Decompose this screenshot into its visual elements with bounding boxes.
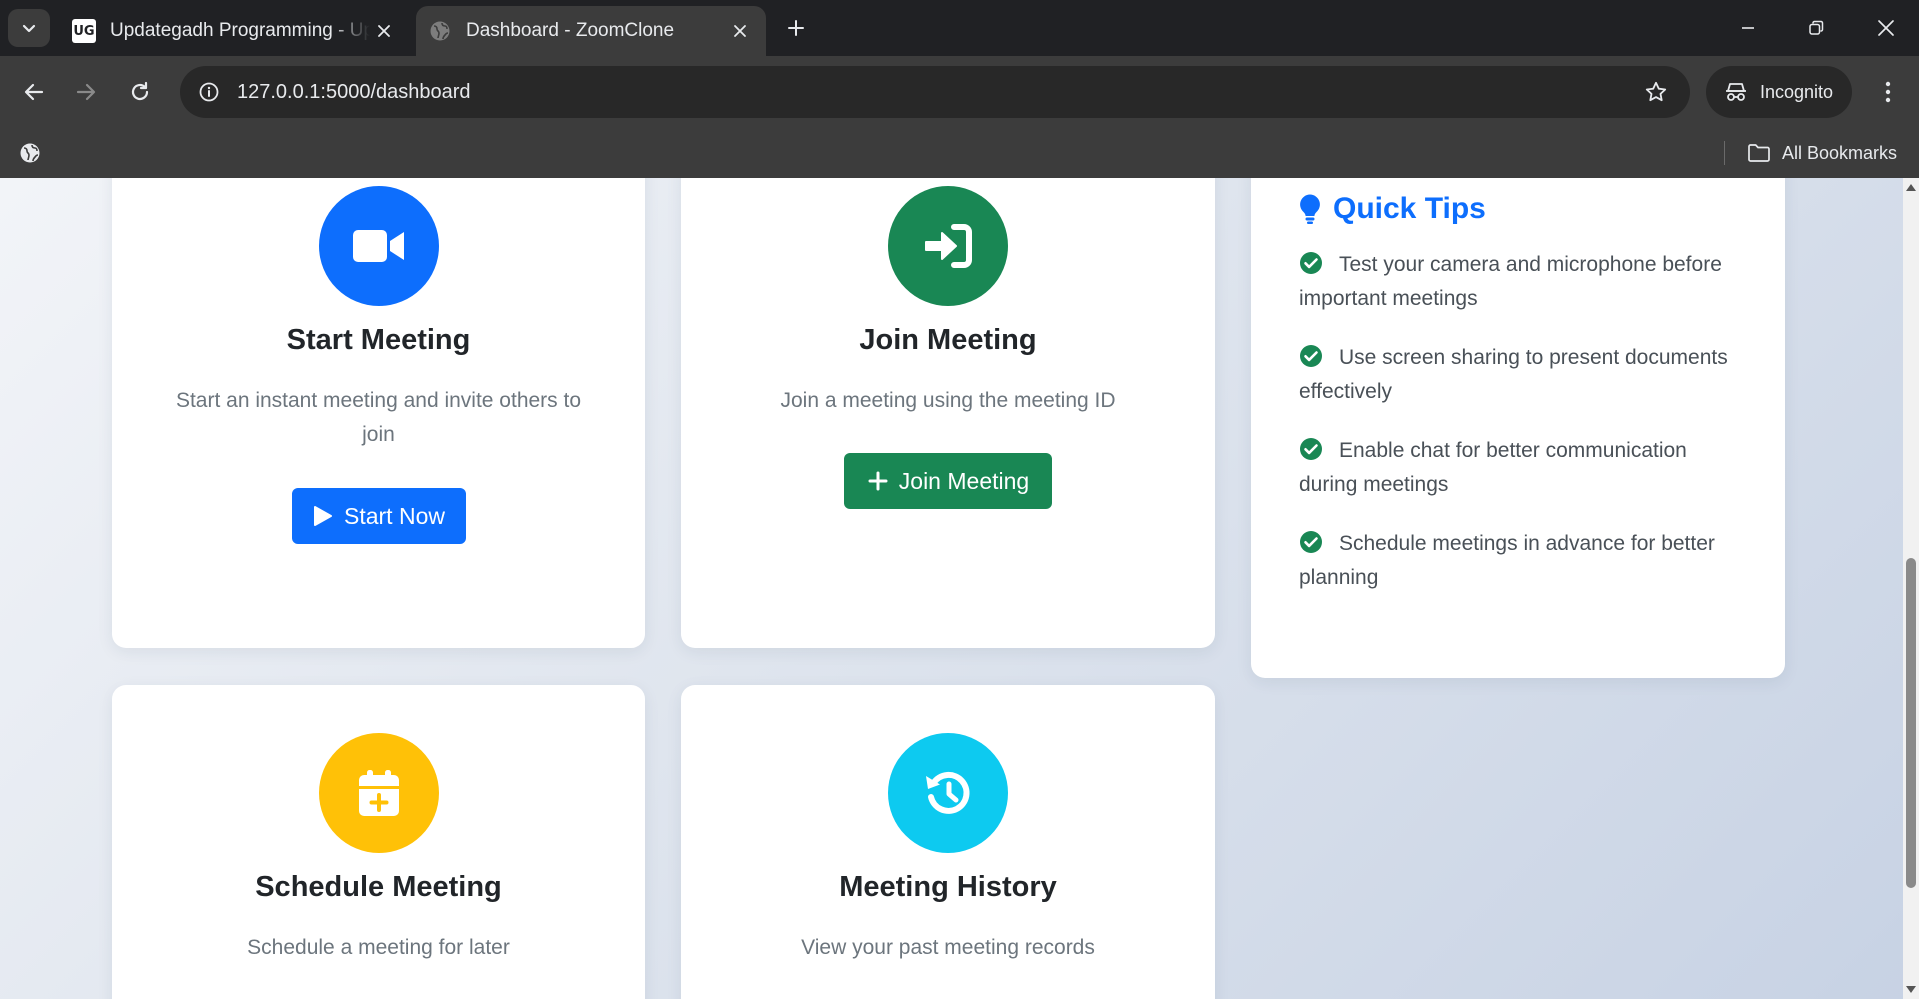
forward-button[interactable] [66,72,106,112]
folder-icon [1746,140,1772,166]
site-info-icon[interactable] [191,74,227,110]
restore-button[interactable] [1796,8,1836,48]
reload-icon [131,81,149,101]
card-title: Join Meeting [859,324,1037,356]
tab-title: Updategadh Programming - Up [110,20,370,41]
card-title: Meeting History [839,871,1057,903]
scroll-up-arrow-icon[interactable] [1906,184,1916,191]
arrow-left-icon [24,83,44,101]
incognito-label: Incognito [1760,81,1834,102]
close-icon [378,25,390,37]
card-description: Start an instant meeting and invite othe… [175,389,582,446]
quick-tips-header: Quick Tips [1297,192,1486,226]
tip-text: Enable chat for better communication dur… [1299,439,1687,496]
tip-item: Test your camera and microphone before i… [1299,248,1749,316]
plus-icon [867,470,889,492]
url-text[interactable]: 127.0.0.1:5000/dashboard [237,81,1636,104]
history-icon [888,733,1008,853]
check-circle-icon [1300,531,1322,553]
bookmarks-separator [1724,141,1725,165]
page-viewport: Start Meeting Start an instant meeting a… [0,178,1919,999]
close-icon [734,25,746,37]
globe-icon [428,19,452,43]
tab-updategadh[interactable]: UG Updategadh Programming - Up [60,6,410,56]
card-description: View your past meeting records [801,936,1095,959]
all-bookmarks-label: All Bookmarks [1782,142,1898,163]
tip-text: Test your camera and microphone before i… [1299,253,1722,310]
start-now-button[interactable]: Start Now [291,488,466,544]
play-icon [312,505,334,527]
bookmarks-bar: All Bookmarks [0,128,1919,178]
quick-tips-title: Quick Tips [1333,192,1486,225]
minimize-button[interactable] [1728,8,1768,48]
close-window-button[interactable] [1866,8,1906,48]
all-bookmarks-button[interactable]: All Bookmarks [1746,139,1897,167]
browser-menu-button[interactable] [1868,72,1908,112]
plus-icon [788,20,804,36]
check-circle-icon [1300,252,1322,274]
quick-tips-card: Quick Tips Test your camera and micropho… [1251,178,1785,678]
check-circle-icon [1300,345,1322,367]
tip-item: Schedule meetings in advance for better … [1299,527,1749,595]
incognito-badge[interactable]: Incognito [1706,66,1852,118]
star-icon [1645,81,1667,102]
address-bar[interactable]: 127.0.0.1:5000/dashboard [180,66,1690,118]
minimize-icon [1742,27,1754,29]
ug-favicon-icon: UG [72,19,96,43]
start-meeting-card: Start Meeting Start an instant meeting a… [112,178,645,648]
tab-close-button[interactable] [370,17,398,45]
close-icon [1878,20,1894,36]
bookmark-star-button[interactable] [1636,72,1676,112]
arrow-right-icon [76,83,96,101]
calendar-plus-icon [318,733,439,853]
sign-in-icon [888,186,1008,306]
start-now-label: Start Now [344,502,445,529]
vertical-scrollbar[interactable] [1903,178,1919,999]
scroll-down-arrow-icon[interactable] [1906,986,1916,993]
join-meeting-card: Join Meeting Join a meeting using the me… [681,178,1215,648]
incognito-icon [1722,78,1750,106]
new-tab-button[interactable] [780,12,812,44]
schedule-meeting-card[interactable]: Schedule Meeting Schedule a meeting for … [112,685,645,999]
tab-search-button[interactable] [8,9,50,47]
join-meeting-label: Join Meeting [898,467,1030,494]
globe-icon[interactable] [16,139,44,167]
tip-item: Enable chat for better communication dur… [1299,434,1749,502]
tab-close-button[interactable] [726,17,754,45]
restore-icon [1809,20,1824,35]
reload-button[interactable] [120,72,160,112]
tip-text: Schedule meetings in advance for better … [1299,532,1715,589]
card-description: Join a meeting using the meeting ID [780,389,1116,412]
join-meeting-button[interactable]: Join Meeting [844,453,1052,509]
back-button[interactable] [14,72,54,112]
tab-title: Dashboard - ZoomClone [466,20,675,41]
browser-toolbar: 127.0.0.1:5000/dashboard Incognito [0,56,1919,128]
scrollbar-thumb[interactable] [1906,558,1916,888]
tab-strip: UG Updategadh Programming - Up Dashboard… [0,0,1919,56]
card-title: Start Meeting [286,324,471,356]
more-vertical-icon [1885,81,1891,103]
card-title: Schedule Meeting [255,871,502,903]
video-icon [318,186,439,306]
tip-item: Use screen sharing to present documents … [1299,341,1749,409]
lightbulb-icon [1297,192,1323,226]
check-circle-icon [1300,438,1322,460]
tip-text: Use screen sharing to present documents … [1299,346,1728,403]
card-description: Schedule a meeting for later [247,936,510,959]
tab-dashboard[interactable]: Dashboard - ZoomClone [416,6,766,56]
chevron-down-icon [22,24,36,33]
meeting-history-card[interactable]: Meeting History View your past meeting r… [681,685,1215,999]
